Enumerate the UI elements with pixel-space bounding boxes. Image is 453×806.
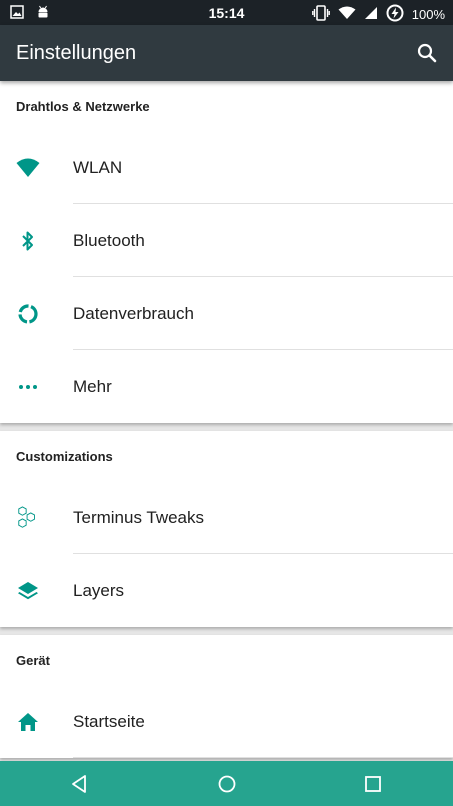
wifi-icon [16,156,40,180]
settings-item-wlan[interactable]: WLAN [0,131,453,204]
section-customizations: Customizations Terminus Tweaks Layers [0,431,453,627]
bluetooth-icon [16,229,40,253]
home-icon [16,710,40,734]
settings-item-label: Mehr [73,376,112,396]
settings-item-more[interactable]: Mehr [0,350,453,423]
section-header: Drahtlos & Netzwerke [16,99,150,114]
settings-item-label: WLAN [73,157,123,177]
divider [73,757,453,758]
battery-charging-icon [386,4,404,25]
settings-item-data-usage[interactable]: Datenverbrauch [0,277,453,350]
recents-icon[interactable] [362,773,384,795]
settings-item-terminus-tweaks[interactable]: Terminus Tweaks [0,481,453,554]
settings-item-bluetooth[interactable]: Bluetooth [0,204,453,277]
status-bar: 15:14 100% [0,0,453,25]
navigation-bar [0,761,453,806]
hexagons-icon [16,505,40,530]
settings-item-label: Datenverbrauch [73,303,194,323]
settings-item-label: Startseite [73,711,145,731]
section-header: Gerät [16,653,50,668]
vibrate-icon [311,5,330,24]
layers-icon [16,579,40,603]
app-bar: Einstellungen [0,25,453,81]
section-wireless-networks: Drahtlos & Netzwerke WLAN Bluetooth Date… [0,81,453,423]
search-icon[interactable] [415,41,439,65]
signal-icon [364,6,378,23]
settings-item-label: Layers [73,580,125,600]
section-device: Gerät Startseite [0,635,453,758]
settings-list[interactable]: Drahtlos & Netzwerke WLAN Bluetooth Date… [0,81,453,761]
settings-item-label: Bluetooth [73,230,145,250]
settings-item-label: Terminus Tweaks [73,507,205,527]
section-header: Customizations [16,449,113,464]
data-usage-icon [16,302,40,326]
settings-item-layers[interactable]: Layers [0,554,453,627]
battery-text: 100% [411,7,445,22]
wifi-icon [338,6,356,23]
home-circle-icon[interactable] [216,773,238,795]
back-icon[interactable] [69,773,91,795]
settings-item-home[interactable]: Startseite [0,685,453,758]
page-title: Einstellungen [16,42,137,64]
more-icon [16,375,40,399]
